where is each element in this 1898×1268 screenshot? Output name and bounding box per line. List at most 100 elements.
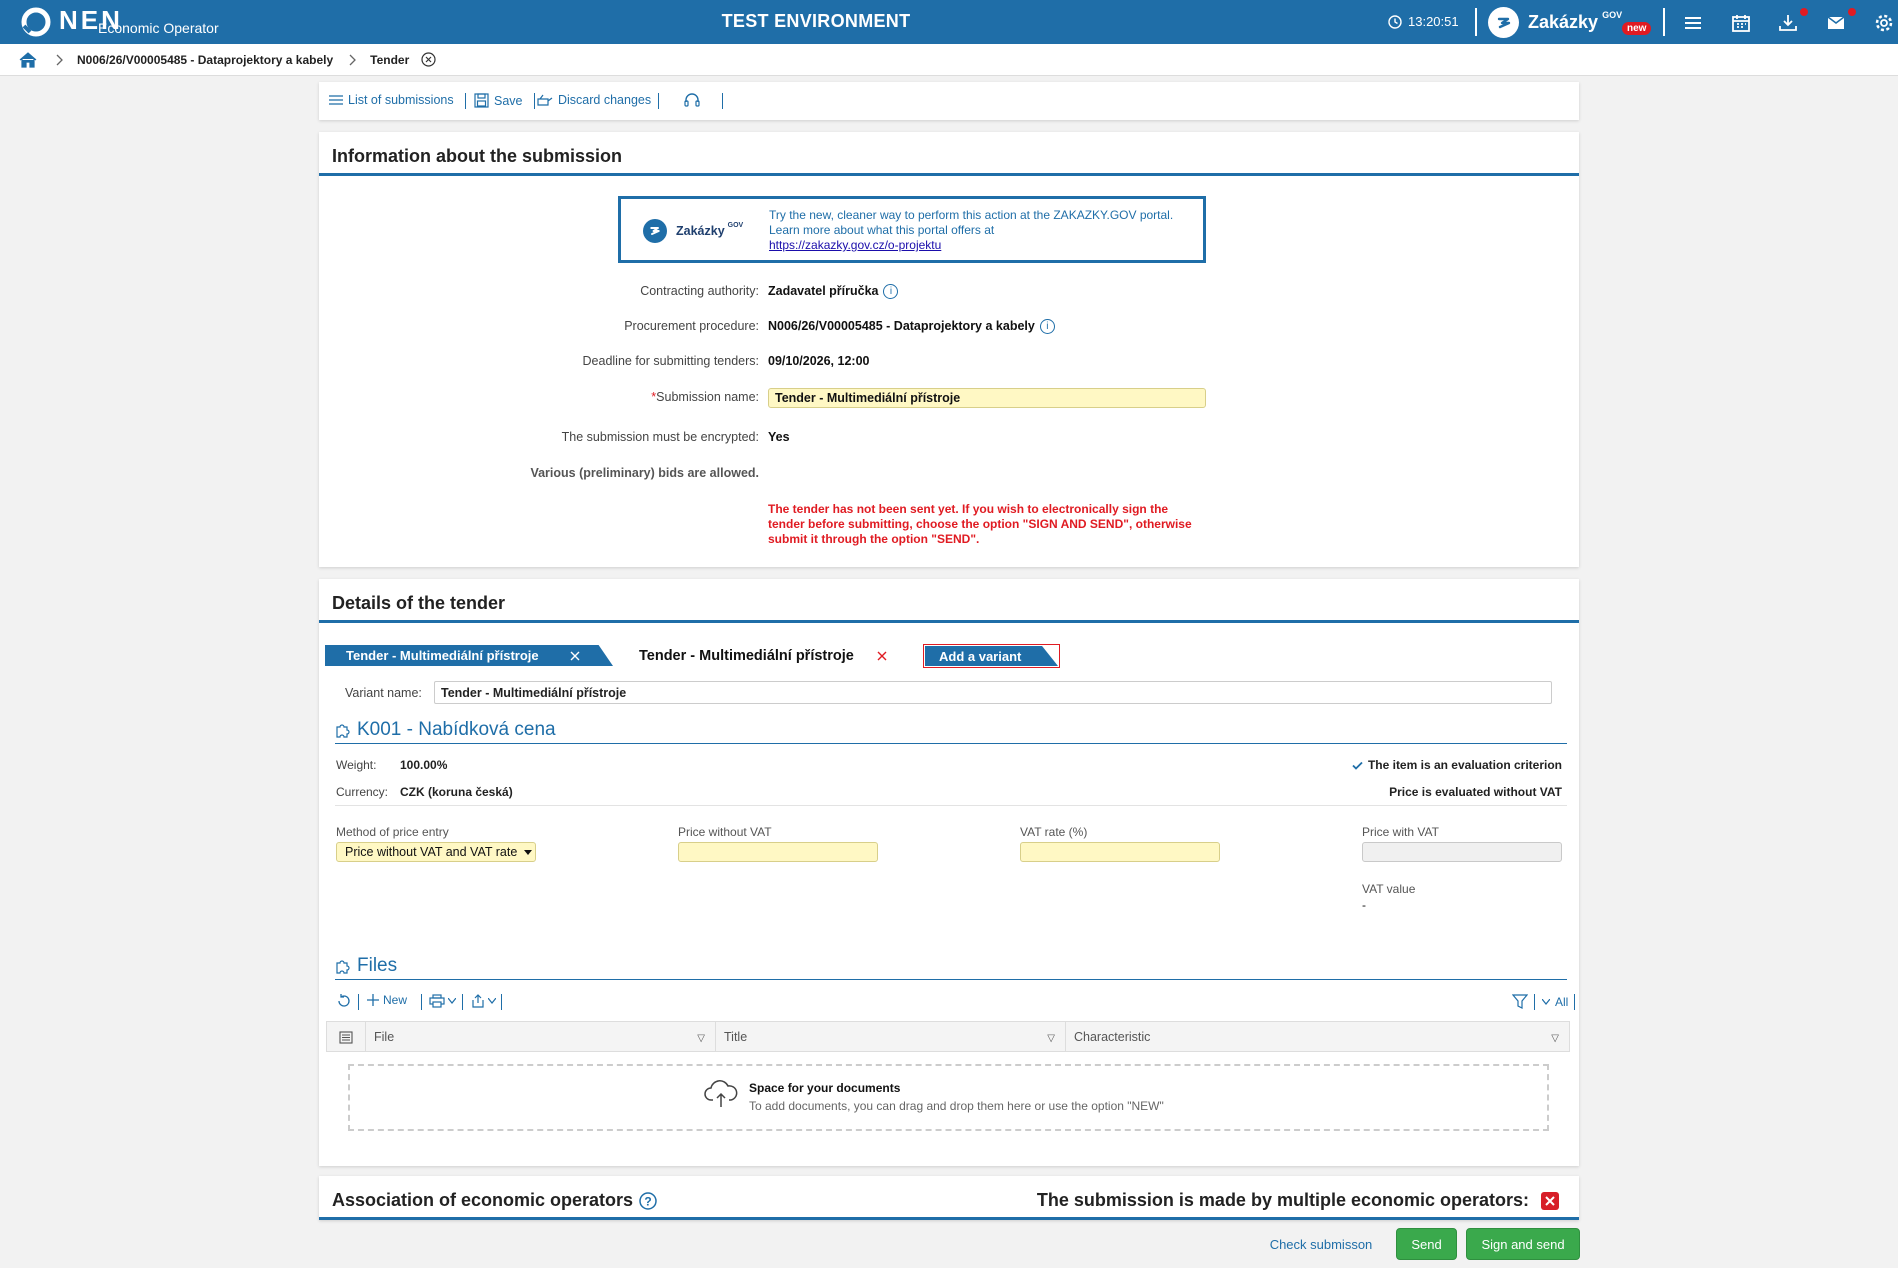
banner-logo-text: Zakázky [676,224,725,238]
weight-label: Weight: [336,758,377,772]
puzzle-icon [336,959,350,974]
support-icon[interactable] [684,93,700,109]
divider [501,994,502,1010]
mail-icon[interactable] [1825,12,1847,34]
submission-name-label: *Submission name: [319,390,759,404]
chevron-down-icon [488,998,496,1004]
zakazky-logo-icon [1488,7,1519,38]
add-variant-button[interactable]: Add a variant [923,644,1060,668]
tab-variant-1[interactable]: Tender - Multimediální přístroje [325,645,613,666]
print-menu-button[interactable] [429,994,456,1008]
divider [534,93,535,109]
association-header: Association of economic operators ? The … [319,1176,1579,1220]
list-submissions-button[interactable]: List of submissions [329,93,454,107]
svg-text:?: ? [644,1194,651,1208]
zakazky-logo-icon [643,219,667,243]
weight-value: 100.00% [400,758,448,772]
column-title[interactable]: Title ▽ [716,1022,1066,1052]
close-icon[interactable] [570,651,580,661]
settings-icon[interactable] [1873,12,1895,34]
divider [335,805,1567,806]
notification-dot [1848,8,1856,16]
price-method-select[interactable]: Price without VAT and VAT rate [336,842,536,862]
close-icon [1545,1195,1555,1206]
breadcrumb-procedure[interactable]: N006/26/V00005485 - Dataprojektory a kab… [77,53,333,67]
details-panel: Details of the tender Tender - Multimedi… [319,579,1579,1166]
close-icon[interactable] [421,52,436,67]
files-table-header: File ▽ Title ▽ Characteristic ▽ [326,1021,1570,1052]
chevron-right-icon [349,54,357,65]
action-toolbar: List of submissions Save Discard changes [319,82,1579,120]
criterion-title: K001 - Nabídková cena [357,718,556,740]
column-characteristic[interactable]: Characteristic ▽ [1066,1022,1569,1052]
divider [358,994,359,1010]
export-menu-button[interactable] [471,994,496,1008]
session-clock: 13:20:51 [1388,14,1459,29]
view-all-select[interactable]: All [1542,995,1568,1009]
save-button[interactable]: Save [474,93,523,108]
download-icon[interactable] [1777,12,1799,34]
chevron-down-icon [1542,999,1550,1005]
info-icon[interactable]: i [1039,319,1055,335]
discard-changes-button[interactable]: Discard changes [537,93,651,107]
files-section-title: Files [335,952,1567,980]
tab-variant-2[interactable]: Tender - Multimediální přístroje [619,643,909,668]
deadline-value: 09/10/2026, 12:00 [768,354,870,368]
association-title: Association of economic operators [332,1190,634,1210]
divider [465,93,466,109]
details-header: Details of the tender [319,579,1579,623]
menu-icon[interactable] [1682,12,1704,34]
drop-zone-hint: To add documents, you can drag and drop … [749,1099,1164,1113]
banner-link[interactable]: https://zakazky.gov.cz/o-projektu [769,238,1173,253]
close-icon[interactable] [877,651,887,661]
filter-icon[interactable] [1512,994,1528,1009]
zakazky-link[interactable]: Zakázky GOV new [1488,7,1652,38]
chevron-right-icon [56,54,63,65]
information-title: Information about the submission [332,146,623,166]
new-file-button[interactable]: New [367,993,407,1007]
column-file[interactable]: File ▽ [366,1022,716,1052]
new-file-label: New [383,993,408,1007]
procedure-value: N006/26/V00005485 - Dataprojektory a kab… [768,319,1055,335]
send-button[interactable]: Send [1396,1228,1457,1260]
discard-changes-label: Discard changes [558,93,652,107]
price-without-vat-input[interactable] [678,842,878,862]
multiple-operators-row: The submission is made by multiple econo… [1037,1190,1559,1211]
evaluation-criterion-flag: The item is an evaluation criterion [1352,758,1562,772]
breadcrumb: N006/26/V00005485 - Dataprojektory a kab… [0,44,1898,76]
home-icon[interactable] [19,51,37,68]
help-icon[interactable]: ? [639,1191,657,1210]
export-icon [472,994,484,1008]
clock-time: 13:20:51 [1408,14,1459,29]
info-icon[interactable]: i [883,284,899,300]
file-drop-zone[interactable]: Space for your documents To add document… [348,1064,1549,1131]
various-bids-note: Various (preliminary) bids are allowed. [530,466,759,480]
sign-and-send-button[interactable]: Sign and send [1466,1228,1580,1260]
zakazky-banner: Zakázky GOV Try the new, cleaner way to … [618,196,1206,263]
top-bar: NEN Economic Operator TEST ENVIRONMENT 1… [0,0,1898,44]
files-title: Files [357,954,398,976]
check-submission-button[interactable]: Check submisson [1262,1228,1380,1260]
refresh-icon[interactable] [337,994,351,1008]
price-method-label: Method of price entry [336,825,449,839]
new-badge: new [1622,22,1652,35]
banner-logo: Zakázky GOV [643,219,743,243]
column-settings-icon [339,1030,353,1044]
currency-label: Currency: [336,785,389,799]
vat-rate-input[interactable] [1020,842,1220,862]
variant-name-input[interactable]: Tender - Multimediální přístroje [434,681,1552,704]
calendar-icon[interactable] [1730,12,1752,34]
encrypted-value: Yes [768,430,790,444]
chevron-down-icon [448,998,456,1004]
multiple-operators-checkbox[interactable] [1541,1191,1559,1210]
submission-name-input[interactable]: Tender - Multimediální přístroje [768,388,1206,408]
authority-value: Zadavatel příručka i [768,284,899,300]
multiple-operators-label: The submission is made by multiple econo… [1036,1190,1529,1210]
notification-dot [1800,8,1808,16]
column-title-label: Title [724,1030,748,1044]
column-settings[interactable] [327,1022,366,1052]
cloud-upload-icon [704,1080,738,1107]
divider [1534,994,1535,1010]
breadcrumb-current: Tender [370,52,410,67]
list-icon [329,95,343,105]
